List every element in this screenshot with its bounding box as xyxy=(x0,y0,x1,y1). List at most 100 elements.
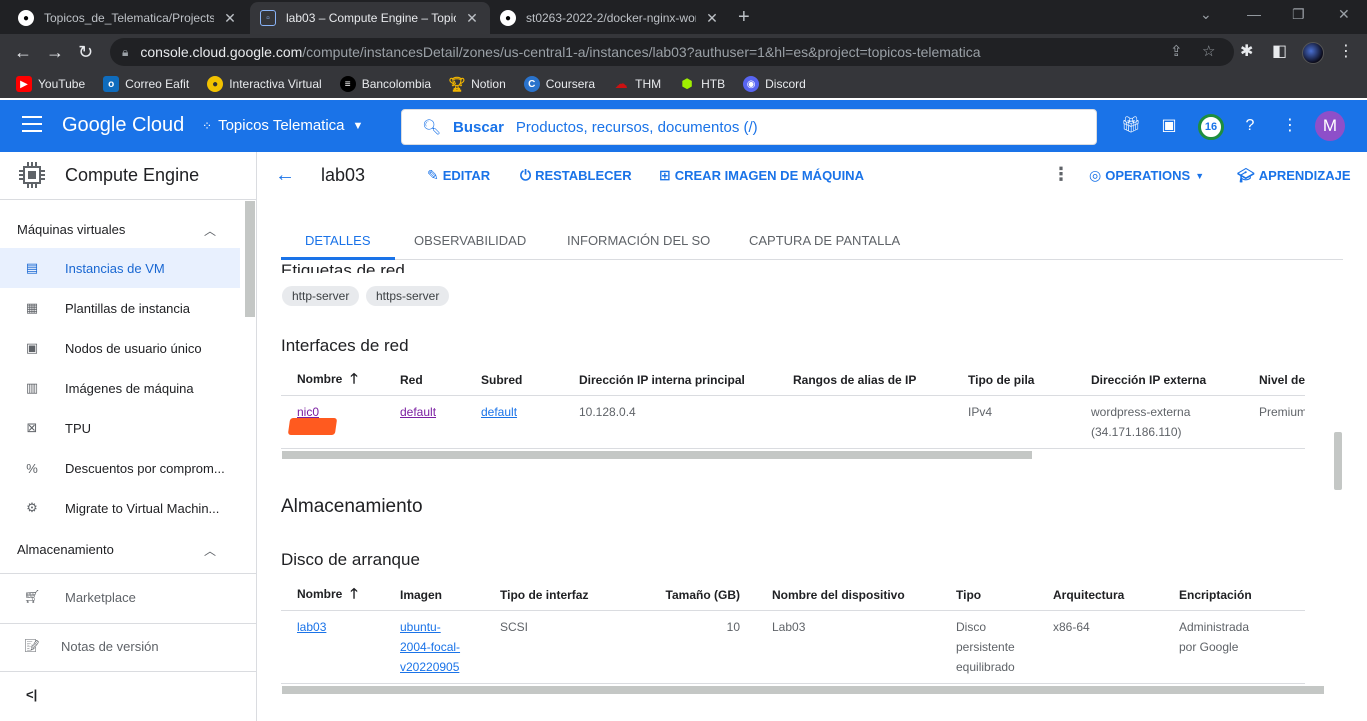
bookmark-bancolombia[interactable]: ≡ Bancolombia xyxy=(339,76,431,92)
browser-tab[interactable]: ● st0263-2022-2/docker-nginx-wor ✕ xyxy=(490,2,730,34)
bookmark-youtube[interactable]: ▶ YouTube xyxy=(16,76,85,92)
tab-search-icon[interactable]: ⌄ xyxy=(1200,6,1212,23)
more-options-icon[interactable]: ⋮ xyxy=(1280,116,1300,136)
sidebar-item-sole-tenant[interactable]: ▣ Nodos de usuario único xyxy=(0,328,240,368)
operations-button[interactable]: ◎ OPERATIONS ▼ xyxy=(1089,167,1204,184)
bookmark-coursera[interactable]: C Coursera xyxy=(523,76,595,92)
bookmark-interactiva[interactable]: ● Interactiva Virtual xyxy=(207,76,322,92)
main-menu-icon[interactable] xyxy=(22,116,42,137)
external-ip-cell: wordpress-externa (34.171.186.110) xyxy=(1075,395,1243,449)
tab-os-info[interactable]: INFORMACIÓN DEL SO xyxy=(543,222,734,260)
disk-type-line: Disco xyxy=(956,619,987,634)
learn-button[interactable]: 🎓︎ APRENDIZAJE xyxy=(1237,167,1351,184)
side-panel-icon[interactable]: ◧ xyxy=(1272,43,1287,61)
bookmark-notion[interactable]: 🏆︎ Notion xyxy=(448,76,506,92)
back-arrow-icon[interactable]: ← xyxy=(275,164,295,187)
content-scrollbar[interactable] xyxy=(1334,432,1342,490)
chevron-up-icon[interactable]: ︿ xyxy=(204,222,216,239)
sidebar-scrollbar[interactable] xyxy=(245,201,255,317)
profile-avatar[interactable] xyxy=(1302,42,1324,64)
section-virtual-machines[interactable]: Máquinas virtuales xyxy=(17,222,125,237)
user-avatar[interactable]: M xyxy=(1315,111,1345,141)
tab-details[interactable]: DETALLES xyxy=(281,222,395,260)
image-link[interactable]: 2004-focal- xyxy=(400,640,460,654)
col-header-type[interactable]: Tipo xyxy=(940,580,1037,611)
extensions-icon[interactable]: ✱ xyxy=(1240,43,1253,61)
sidebar-item-machine-images[interactable]: ▥ Imágenes de máquina xyxy=(0,368,240,408)
col-header-name[interactable]: Nombre 🡑 xyxy=(281,365,384,396)
chevron-up-icon[interactable]: ︿ xyxy=(204,542,216,559)
close-tab-icon[interactable]: ✕ xyxy=(704,10,720,27)
project-name: Topicos Telematica xyxy=(218,117,345,134)
browser-tab[interactable]: ● Topicos_de_Telematica/Projects/I ✕ xyxy=(8,2,248,34)
sidebar-item-migrate[interactable]: ⚙ Migrate to Virtual Machin... xyxy=(0,488,240,528)
sidebar-item-committed-use-discounts[interactable]: % Descuentos por comprom... xyxy=(0,448,240,488)
restore-icon[interactable]: ❐ xyxy=(1292,6,1305,23)
image-link[interactable]: v20220905 xyxy=(400,660,459,674)
tab-observability[interactable]: OBSERVABILIDAD xyxy=(390,222,550,260)
tab-screenshot[interactable]: CAPTURA DE PANTALLA xyxy=(725,222,924,260)
edit-button[interactable]: ✎ EDITAR xyxy=(427,167,490,184)
create-image-label: CREAR IMAGEN DE MÁQUINA xyxy=(674,168,864,183)
col-header-external-ip[interactable]: Dirección IP externa xyxy=(1075,365,1243,396)
minimize-icon[interactable]: — xyxy=(1247,6,1261,22)
sidebar-item-instance-templates[interactable]: ▦ Plantillas de instancia xyxy=(0,288,240,328)
sort-arrow-up-icon: 🡑 xyxy=(350,369,358,386)
browser-tab-active[interactable]: ▫ lab03 – Compute Engine – Topico ✕ xyxy=(250,2,490,34)
new-tab-icon[interactable]: + xyxy=(738,6,750,29)
col-header-interface[interactable]: Tipo de interfaz xyxy=(484,580,609,611)
col-header-encryption[interactable]: Encriptación xyxy=(1163,580,1305,611)
image-link[interactable]: ubuntu- xyxy=(400,620,441,634)
close-tab-icon[interactable]: ✕ xyxy=(464,10,480,27)
help-icon[interactable]: ? xyxy=(1240,116,1260,136)
col-header-architecture[interactable]: Arquitectura xyxy=(1037,580,1163,611)
project-selector[interactable]: ⁘ Topicos Telematica ▼ xyxy=(202,117,363,134)
bookmark-correo[interactable]: o Correo Eafit xyxy=(103,76,189,92)
google-cloud-logo[interactable]: Google Cloud xyxy=(62,114,184,137)
sidebar-item-vm-instances[interactable]: ▤ Instancias de VM xyxy=(0,248,240,288)
horizontal-scrollbar[interactable] xyxy=(282,686,1324,694)
network-link[interactable]: default xyxy=(400,405,436,419)
reset-button[interactable]: ⏻ RESTABLECER xyxy=(520,167,632,184)
back-icon[interactable]: ← xyxy=(14,42,32,62)
col-header-subnet[interactable]: Subred xyxy=(465,365,563,396)
col-header-size[interactable]: Tamaño (GB) xyxy=(609,580,756,611)
col-header-internal-ip[interactable]: Dirección IP interna principal xyxy=(563,365,777,396)
col-header-alias-ranges[interactable]: Rangos de alias de IP xyxy=(777,365,952,396)
collapse-sidebar-icon[interactable]: <| xyxy=(26,687,37,702)
horizontal-scrollbar[interactable] xyxy=(282,451,1032,459)
disk-name-link[interactable]: lab03 xyxy=(297,620,326,634)
share-icon[interactable]: ⇪ xyxy=(1170,38,1183,66)
nic-link[interactable]: nic0 xyxy=(297,405,319,419)
notifications-badge[interactable]: 16 xyxy=(1198,114,1224,140)
col-header-stack-type[interactable]: Tipo de pila xyxy=(952,365,1075,396)
close-tab-icon[interactable]: ✕ xyxy=(222,10,238,27)
close-window-icon[interactable]: ✕ xyxy=(1338,6,1350,23)
section-storage[interactable]: Almacenamiento xyxy=(17,542,114,557)
create-machine-image-button[interactable]: ⊞ CREAR IMAGEN DE MÁQUINA xyxy=(659,167,864,184)
discount-icon: % xyxy=(26,460,38,476)
bookmark-star-icon[interactable]: ☆ xyxy=(1202,38,1215,66)
menu-icon[interactable]: ⋮ xyxy=(1338,43,1354,61)
bookmark-discord[interactable]: ◉ Discord xyxy=(743,76,806,92)
reload-icon[interactable]: ↻ xyxy=(78,42,93,62)
sidebar-item-marketplace[interactable]: 🛒︎ Marketplace xyxy=(0,577,240,617)
sidebar-item-tpu[interactable]: ⊠ TPU xyxy=(0,408,240,448)
gift-icon[interactable]: 🎁︎ xyxy=(1121,116,1141,136)
sidebar-item-release-notes[interactable]: 📝︎ Notas de versión xyxy=(0,626,240,666)
col-header-image[interactable]: Imagen xyxy=(384,580,484,611)
subnet-link[interactable]: default xyxy=(481,405,517,419)
col-header-name[interactable]: Nombre 🡑 xyxy=(281,580,384,611)
power-icon: ⏻ xyxy=(520,167,532,183)
device-name-value: Lab03 xyxy=(756,610,940,684)
address-bar[interactable]: 🔒︎ console.cloud.google.com/compute/inst… xyxy=(110,38,1234,66)
col-header-network[interactable]: Red xyxy=(384,365,465,396)
cloud-shell-icon[interactable]: ▣ xyxy=(1159,116,1179,136)
bookmark-thm[interactable]: ☁ THM xyxy=(613,76,662,92)
search-input[interactable]: 🔍︎ Buscar Productos, recursos, documento… xyxy=(401,109,1097,145)
more-actions-icon[interactable]: ⋮ xyxy=(1052,164,1070,185)
forward-icon[interactable]: → xyxy=(46,42,64,62)
bookmark-htb[interactable]: ⬢ HTB xyxy=(679,76,725,92)
col-header-device-name[interactable]: Nombre del dispositivo xyxy=(756,580,940,611)
col-header-tier[interactable]: Nivel de xyxy=(1243,365,1305,396)
